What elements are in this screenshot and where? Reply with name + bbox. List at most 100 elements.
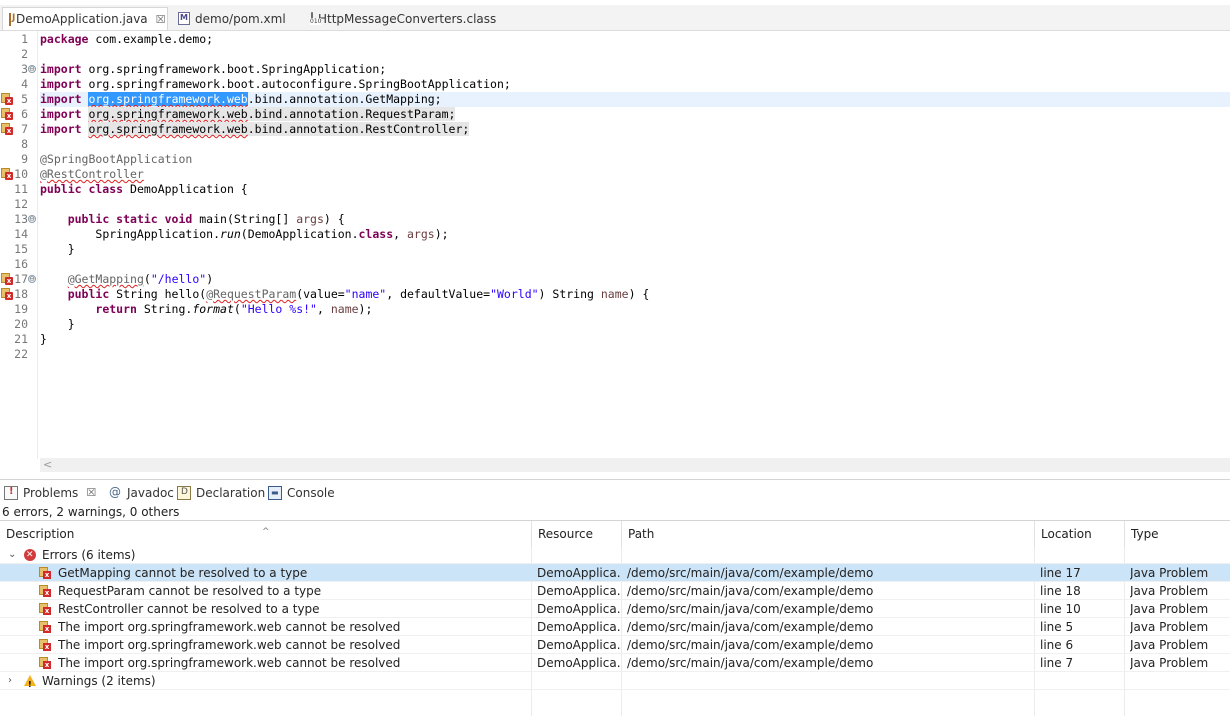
- column-header-location[interactable]: Location: [1035, 521, 1125, 548]
- view-tab-bar: Problems ☒ Javadoc Declaration Console: [0, 479, 1230, 505]
- maven-file-icon: [178, 12, 190, 25]
- scroll-left-icon[interactable]: <: [43, 458, 52, 471]
- group-label: Errors (6 items): [42, 548, 136, 562]
- fold-toggle-icon[interactable]: ⊖: [28, 275, 36, 283]
- code-line: SpringApplication.run(DemoApplication.cl…: [95, 227, 449, 241]
- line-number: 9: [21, 152, 28, 166]
- problem-description: The import org.springframework.web canno…: [58, 638, 401, 652]
- table-row[interactable]: x RequestParam cannot be resolved to a t…: [0, 582, 1230, 600]
- editor-tab-bar: DemoApplication.java ☒ demo/pom.xml Http…: [0, 5, 1230, 31]
- tab-label: Problems: [23, 485, 79, 500]
- problem-path: /demo/src/main/java/com/example/demo: [627, 656, 874, 670]
- problem-path: /demo/src/main/java/com/example/demo: [627, 620, 874, 634]
- tab-http-message-converters-class[interactable]: HttpMessageConverters.class: [305, 7, 497, 30]
- code-line: @GetMapping("/hello"): [67, 272, 214, 286]
- error-icon: [24, 546, 36, 564]
- column-header-type[interactable]: Type: [1125, 521, 1230, 548]
- problem-location: line 10: [1040, 602, 1081, 616]
- error-marker-icon[interactable]: x: [1, 168, 13, 180]
- line-number: 20: [14, 317, 28, 331]
- line-number: 11: [14, 182, 28, 196]
- line-number: 2: [21, 47, 28, 61]
- column-header-description[interactable]: Description ^: [0, 521, 532, 548]
- code-line: import org.springframework.web.bind.anno…: [40, 107, 456, 121]
- code-editor[interactable]: 1 2 3 4 5 6 7 8 9 10 11 12 13 14 15 16 1…: [0, 31, 1230, 472]
- expand-toggle-icon[interactable]: ⌄: [8, 546, 16, 564]
- table-row[interactable]: x GetMapping cannot be resolved to a typ…: [0, 564, 1230, 582]
- line-number: 1: [21, 32, 28, 46]
- line-number: 14: [14, 227, 28, 241]
- tab-problems[interactable]: Problems ☒: [4, 480, 97, 505]
- tab-demo-application-java[interactable]: DemoApplication.java ☒: [2, 7, 168, 30]
- table-row[interactable]: x The import org.springframework.web can…: [0, 636, 1230, 654]
- error-marker-icon[interactable]: x: [1, 273, 13, 285]
- java-error-icon: x: [39, 639, 51, 651]
- fold-toggle-icon[interactable]: ⊖: [28, 215, 36, 223]
- line-number: 16: [14, 257, 28, 271]
- tab-label: Javadoc: [127, 485, 174, 500]
- tab-label: Declaration: [196, 485, 266, 500]
- tab-label: HttpMessageConverters.class: [318, 11, 497, 26]
- problem-path: /demo/src/main/java/com/example/demo: [627, 566, 874, 580]
- code-line: import org.springframework.web.bind.anno…: [40, 122, 470, 136]
- problem-type: Java Problem: [1130, 656, 1209, 670]
- column-header-path[interactable]: Path: [622, 521, 1035, 548]
- problem-type: Java Problem: [1130, 566, 1209, 580]
- problem-type: Java Problem: [1130, 638, 1209, 652]
- problem-type: Java Problem: [1130, 584, 1209, 598]
- expand-toggle-icon[interactable]: ›: [8, 672, 12, 690]
- problem-description: The import org.springframework.web canno…: [58, 656, 401, 670]
- code-line: public static void main(String[] args) {: [67, 212, 345, 226]
- code-line: }: [67, 242, 75, 256]
- problem-description: RequestParam cannot be resolved to a typ…: [58, 584, 322, 598]
- problem-description: The import org.springframework.web canno…: [58, 620, 401, 634]
- group-label: Warnings (2 items): [42, 674, 156, 688]
- error-marker-icon[interactable]: x: [1, 123, 13, 135]
- horizontal-scrollbar[interactable]: <: [40, 458, 1230, 472]
- code-line: @RestController: [40, 167, 144, 181]
- problem-type: Java Problem: [1130, 620, 1209, 634]
- code-line: public String hello(@RequestParam(value=…: [67, 287, 650, 301]
- code-line: import org.springframework.boot.SpringAp…: [40, 62, 387, 76]
- code-line: }: [67, 317, 75, 331]
- class-file-icon: [310, 12, 322, 25]
- column-header-resource[interactable]: Resource: [532, 521, 622, 548]
- error-marker-icon[interactable]: x: [1, 93, 13, 105]
- code-line: package com.example.demo;: [40, 32, 214, 46]
- sort-ascending-icon: ^: [262, 527, 270, 537]
- line-number: 12: [14, 197, 28, 211]
- table-row[interactable]: x RestController cannot be resolved to a…: [0, 600, 1230, 618]
- tab-javadoc[interactable]: Javadoc: [108, 480, 174, 505]
- group-row-warnings[interactable]: › Warnings (2 items): [0, 672, 1230, 694]
- table-row[interactable]: x The import org.springframework.web can…: [0, 618, 1230, 636]
- error-marker-icon[interactable]: x: [1, 288, 13, 300]
- tab-label: demo/pom.xml: [195, 11, 286, 26]
- code-line: import org.springframework.boot.autoconf…: [40, 77, 511, 91]
- tab-label: Console: [287, 485, 335, 500]
- java-file-icon: [9, 12, 15, 26]
- table-row[interactable]: x The import org.springframework.web can…: [0, 654, 1230, 672]
- tab-declaration[interactable]: Declaration: [177, 480, 265, 505]
- problem-description: RestController cannot be resolved to a t…: [58, 602, 320, 616]
- problem-resource: DemoApplica...: [537, 602, 621, 616]
- tab-console[interactable]: Console: [268, 480, 335, 505]
- problem-resource: DemoApplica...: [537, 584, 621, 598]
- close-tab-icon[interactable]: ☒: [156, 13, 166, 26]
- declaration-icon: [177, 485, 191, 500]
- problem-resource: DemoApplica...: [537, 638, 621, 652]
- java-error-icon: x: [39, 657, 51, 669]
- java-error-icon: x: [39, 603, 51, 615]
- fold-toggle-icon[interactable]: ⊖: [28, 65, 36, 73]
- error-marker-icon[interactable]: x: [1, 108, 13, 120]
- close-tab-icon[interactable]: ☒: [86, 486, 96, 499]
- problem-resource: DemoApplica...: [537, 656, 621, 670]
- java-error-icon: x: [39, 621, 51, 633]
- code-line: return String.format("Hello %s!", name);: [95, 302, 373, 316]
- tab-pom-xml[interactable]: demo/pom.xml: [172, 7, 292, 30]
- line-number: 4: [21, 77, 28, 91]
- code-area[interactable]: package com.example.demo; import org.spr…: [40, 31, 1230, 459]
- problem-resource: DemoApplica...: [537, 566, 621, 580]
- group-row-errors[interactable]: ⌄ Errors (6 items): [0, 546, 1230, 564]
- problems-icon: [4, 485, 18, 500]
- code-line: }: [40, 332, 47, 346]
